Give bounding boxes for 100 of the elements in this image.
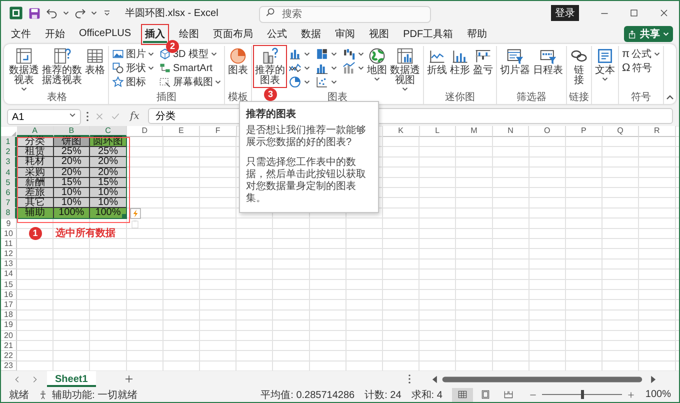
- save-icon[interactable]: [28, 6, 41, 20]
- column-header[interactable]: O: [529, 126, 566, 137]
- row-header[interactable]: 7: [1, 198, 17, 208]
- more-icon[interactable]: [408, 374, 411, 384]
- menu-tab[interactable]: 插入: [143, 26, 168, 42]
- ribbon-button[interactable]: 文本: [594, 46, 616, 82]
- row-header[interactable]: 10: [1, 228, 17, 239]
- chart-type-button[interactable]: [287, 47, 311, 61]
- row-header[interactable]: 8: [1, 208, 17, 218]
- row-header[interactable]: 23: [1, 361, 17, 371]
- ribbon-button[interactable]: 推荐的图表: [254, 46, 286, 87]
- row-header[interactable]: 20: [1, 330, 17, 341]
- more-icon[interactable]: [86, 110, 89, 122]
- caret-icon[interactable]: [91, 11, 97, 15]
- menu-tab[interactable]: 视图: [367, 26, 392, 42]
- ribbon-button[interactable]: 屏幕截图: [158, 75, 222, 89]
- menu-tab[interactable]: 开始: [43, 26, 67, 42]
- maximize-icon[interactable]: [629, 8, 639, 18]
- redo-icon[interactable]: [74, 7, 86, 19]
- column-header[interactable]: C: [90, 126, 127, 137]
- column-header[interactable]: E: [163, 126, 200, 137]
- caret-icon[interactable]: [63, 11, 69, 15]
- sheet-tab[interactable]: Sheet1: [47, 371, 96, 387]
- slider-thumb[interactable]: [581, 390, 584, 399]
- collapse-ribbon-icon[interactable]: [666, 95, 674, 100]
- row-header[interactable]: 18: [1, 310, 17, 320]
- row-header[interactable]: 11: [1, 238, 17, 250]
- column-header[interactable]: R: [639, 126, 676, 137]
- menu-tab[interactable]: 审阅: [333, 26, 358, 42]
- row-header[interactable]: 2: [1, 147, 17, 158]
- ribbon-button[interactable]: π 公式: [621, 47, 661, 61]
- row-header[interactable]: 3: [1, 157, 17, 168]
- row-header[interactable]: 4: [1, 168, 17, 178]
- column-header[interactable]: B: [54, 126, 90, 137]
- ribbon-button[interactable]: 链接: [569, 46, 589, 87]
- menu-tab[interactable]: 公式: [265, 26, 290, 42]
- column-header[interactable]: K: [382, 126, 420, 137]
- name-box[interactable]: A1: [7, 109, 81, 126]
- ribbon-button[interactable]: 图表: [227, 46, 249, 77]
- zoom-in-icon[interactable]: [627, 390, 636, 398]
- customize-icon[interactable]: [102, 8, 112, 18]
- column-header[interactable]: A: [17, 126, 54, 137]
- menu-tab[interactable]: 数据: [299, 26, 324, 42]
- search-field[interactable]: 搜索: [259, 6, 431, 22]
- quick-analysis-icon[interactable]: [130, 208, 141, 219]
- row-header[interactable]: 12: [1, 249, 17, 260]
- ribbon-button[interactable]: 形状: [111, 61, 155, 75]
- chart-type-button[interactable]: [314, 47, 338, 61]
- row-header[interactable]: 6: [1, 188, 17, 198]
- row-header[interactable]: 21: [1, 340, 17, 351]
- ribbon-button[interactable]: 地图: [366, 46, 388, 82]
- add-sheet-icon[interactable]: [124, 374, 134, 384]
- chart-type-button[interactable]: [341, 61, 365, 75]
- column-header[interactable]: Q: [602, 126, 640, 137]
- view-button[interactable]: [452, 388, 474, 402]
- row-header[interactable]: 15: [1, 280, 17, 290]
- ribbon-button[interactable]: SmartArt: [158, 61, 222, 75]
- row-header[interactable]: 1: [1, 137, 17, 148]
- column-header[interactable]: M: [456, 126, 493, 137]
- chart-type-button[interactable]: [287, 75, 311, 89]
- row-header[interactable]: 22: [1, 350, 17, 362]
- ribbon-button[interactable]: 数据透视表: [8, 46, 40, 92]
- menu-tab[interactable]: 绘图: [177, 26, 202, 42]
- ribbon-button[interactable]: Ω 符号: [621, 61, 661, 75]
- row-header[interactable]: 14: [1, 269, 17, 280]
- ribbon-button[interactable]: 图片: [111, 47, 155, 61]
- close-icon[interactable]: [659, 8, 669, 18]
- login-button[interactable]: 登录: [551, 5, 579, 21]
- column-header[interactable]: D: [126, 126, 164, 137]
- menu-tab[interactable]: OfficePLUS: [77, 27, 134, 41]
- column-header[interactable]: N: [492, 126, 530, 137]
- ribbon-button[interactable]: 切片器: [499, 46, 531, 77]
- row-header[interactable]: 5: [1, 178, 17, 188]
- chart-type-button[interactable]: [314, 75, 338, 89]
- column-header[interactable]: L: [420, 126, 456, 137]
- undo-icon[interactable]: [46, 7, 58, 19]
- check-icon[interactable]: [110, 110, 121, 122]
- ribbon-button[interactable]: 日程表: [532, 46, 564, 77]
- share-button[interactable]: 共享: [624, 26, 673, 42]
- ribbon-button[interactable]: 折线: [426, 46, 448, 77]
- chart-type-button[interactable]: [341, 47, 365, 61]
- menu-tab[interactable]: 页面布局: [211, 26, 256, 42]
- row-header[interactable]: 16: [1, 290, 17, 300]
- row-header[interactable]: 9: [1, 218, 17, 229]
- ribbon-button[interactable]: 柱形: [449, 46, 471, 77]
- ribbon-button[interactable]: 数据透视图: [389, 46, 421, 92]
- caret-icon[interactable]: [69, 112, 76, 117]
- row-header[interactable]: 17: [1, 300, 17, 310]
- chart-type-button[interactable]: [287, 61, 311, 75]
- ribbon-button[interactable]: 表格: [84, 46, 106, 77]
- ribbon-button[interactable]: 推荐的数据透视表: [41, 46, 83, 87]
- row-header[interactable]: 13: [1, 259, 17, 270]
- ribbon-button[interactable]: 图标: [111, 75, 155, 89]
- menu-tab[interactable]: PDF工具箱: [401, 26, 456, 42]
- insert-function-button[interactable]: fx: [126, 110, 144, 122]
- ribbon-button[interactable]: 盈亏: [472, 46, 494, 77]
- row-header[interactable]: 19: [1, 320, 17, 331]
- menu-tab[interactable]: 帮助: [465, 26, 490, 42]
- column-header[interactable]: F: [200, 126, 237, 137]
- menu-tab[interactable]: 文件: [9, 26, 33, 42]
